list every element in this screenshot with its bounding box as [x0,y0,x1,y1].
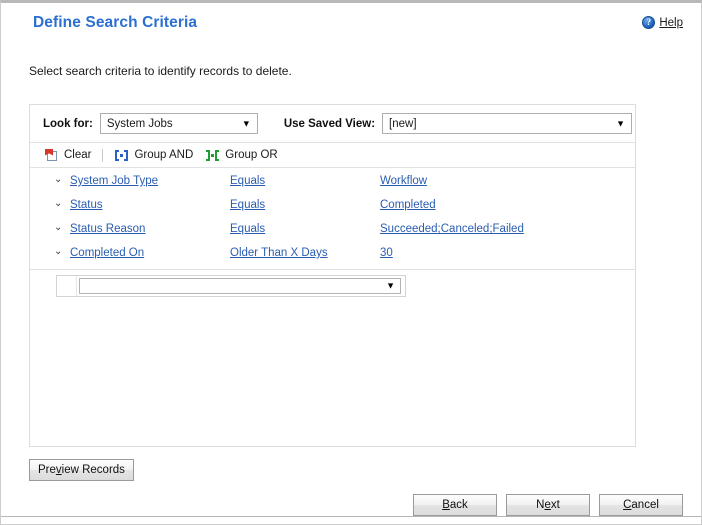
group-or-brackets-icon [205,149,220,162]
page-title: Define Search Criteria [33,14,198,31]
criteria-row: ⌄ Completed On Older Than X Days 30 [30,240,635,264]
preview-records-label: Preview Records [38,464,125,476]
saved-view-group: Use Saved View: [new] ▼ [283,113,633,134]
criteria-field-cell: Completed On [70,243,230,261]
group-or-label: Group OR [225,149,278,161]
clear-filter-icon [45,148,59,162]
criteria-value-cell: Workflow [380,171,635,189]
chevron-down-icon[interactable]: ⌄ [54,247,70,257]
help-link[interactable]: ? Help [642,16,683,29]
clear-label: Clear [64,149,92,161]
group-and-label: Group AND [134,149,194,161]
criteria-panel: Look for: System Jobs ▼ Use Saved View: … [29,104,636,447]
criteria-operator-link[interactable]: Older Than X Days [230,247,328,259]
criteria-value-cell: 30 [380,243,635,261]
dialog-button-bar: Back Next Cancel [413,494,683,516]
saved-view-label: Use Saved View: [283,117,376,130]
criteria-value-cell: Completed [380,195,635,213]
lookfor-selected-value: System Jobs [106,117,173,130]
criteria-rows-list: ⌄ System Job Type Equals Workflow ⌄ Status Equ… [30,168,635,264]
criteria-operator-cell: Older Than X Days [230,243,380,261]
criteria-value-cell: Succeeded;Canceled;Failed [380,219,635,237]
clear-button[interactable]: Clear [39,148,97,163]
criteria-row: ⌄ System Job Type Equals Workflow [30,168,635,192]
lookfor-bar: Look for: System Jobs ▼ Use Saved View: … [30,105,635,143]
criteria-operator-cell: Equals [230,219,380,237]
saved-view-select[interactable]: [new] ▼ [382,113,633,134]
criteria-value-link[interactable]: 30 [380,247,393,259]
criteria-field-link[interactable]: System Job Type [70,175,158,187]
criteria-field-link[interactable]: Status Reason [70,223,145,235]
help-label: Help [659,16,683,29]
criteria-operator-cell: Equals [230,171,380,189]
back-label: Back [442,499,468,511]
criteria-row: ⌄ Status Reason Equals Succeeded;Canceled;F… [30,216,635,240]
cancel-label: Cancel [623,499,659,511]
clipped-bottom-row [1,516,701,524]
lookfor-select[interactable]: System Jobs ▼ [99,113,258,134]
cancel-button[interactable]: Cancel [599,494,683,516]
criteria-field-cell: Status Reason [70,219,230,237]
criteria-field-cell: System Job Type [70,171,230,189]
criteria-field-cell: Status [70,195,230,213]
back-button[interactable]: Back [413,494,497,516]
next-button[interactable]: Next [506,494,590,516]
criteria-operator-cell: Equals [230,195,380,213]
chevron-down-icon[interactable]: ⌄ [54,223,70,233]
chevron-down-icon: ▼ [616,118,626,128]
define-search-criteria-dialog: Define Search Criteria ? Help Select sea… [0,0,702,525]
question-circle-icon: ? [642,16,656,29]
next-label: Next [536,499,560,511]
criteria-value-link[interactable]: Completed [380,199,436,211]
criteria-value-link[interactable]: Succeeded;Canceled;Failed [380,223,524,235]
preview-records-button[interactable]: Preview Records [29,459,134,481]
criteria-toolbar: Clear Group AND Group OR [30,143,635,168]
toolbar-divider [102,148,104,162]
instruction-text: Select search criteria to identify recor… [29,64,292,78]
chevron-down-icon[interactable]: ⌄ [54,175,70,185]
criteria-value-link[interactable]: Workflow [380,175,427,187]
chevron-down-icon: ▼ [386,280,395,291]
new-criterion-field-select[interactable]: ▼ [79,278,401,294]
criteria-operator-link[interactable]: Equals [230,175,265,187]
criteria-operator-link[interactable]: Equals [230,199,265,211]
group-or-button[interactable]: Group OR [199,148,283,163]
group-and-brackets-icon [114,149,129,162]
saved-view-selected-value: [new] [389,117,417,130]
new-criterion-lead-cell [57,276,77,296]
lookfor-label: Look for: [43,117,93,130]
criteria-operator-link[interactable]: Equals [230,223,265,235]
criteria-field-link[interactable]: Completed On [70,247,144,259]
chevron-down-icon: ▼ [241,118,251,128]
group-and-button[interactable]: Group AND [108,148,199,163]
criteria-field-link[interactable]: Status [70,199,103,211]
chevron-down-icon[interactable]: ⌄ [54,199,70,209]
rows-divider [30,269,635,270]
criteria-row: ⌄ Status Equals Completed [30,192,635,216]
new-criterion-row[interactable]: ▼ [56,275,406,297]
